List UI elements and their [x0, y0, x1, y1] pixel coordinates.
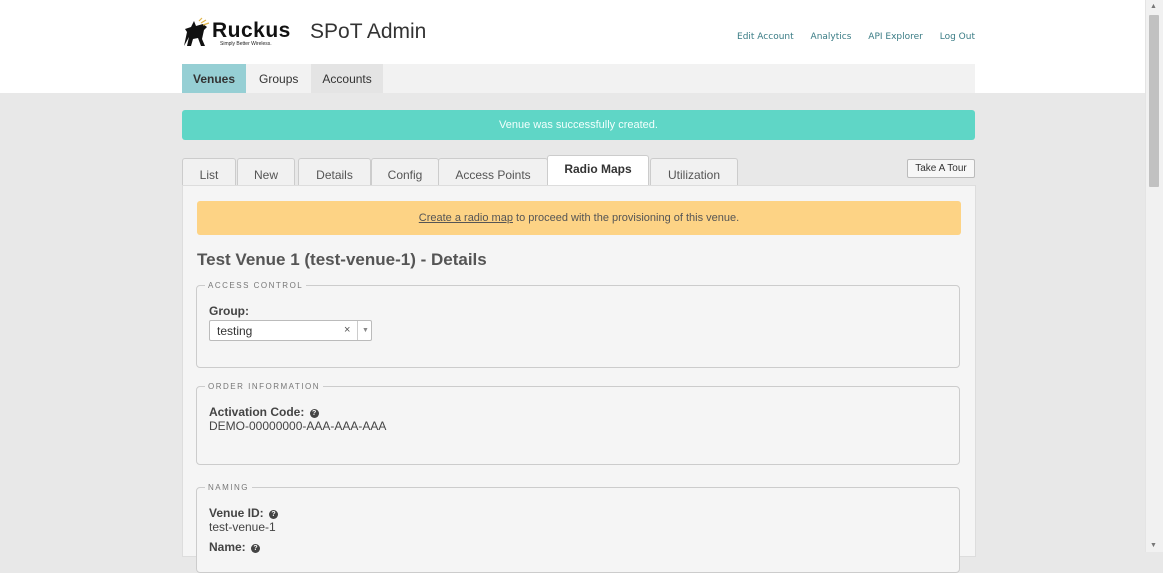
tab-radio-maps[interactable]: Radio Maps	[547, 155, 649, 187]
order-information-legend: ORDER INFORMATION	[208, 382, 321, 391]
group-select-value: testing	[217, 324, 253, 338]
take-a-tour-button[interactable]: Take A Tour	[907, 159, 975, 178]
chevron-down-icon[interactable]: ▼	[357, 321, 373, 340]
dog-logo-icon	[184, 17, 210, 46]
brand-name: Ruckus	[212, 19, 291, 42]
nav-accounts[interactable]: Accounts	[311, 64, 383, 93]
activation-code-label: Activation Code: ?	[209, 405, 319, 419]
warning-text: to proceed with the provisioning of this…	[512, 212, 740, 224]
create-radio-map-link[interactable]: Create a radio map	[419, 212, 513, 224]
top-nav: Edit Account Analytics API Explorer Log …	[723, 32, 975, 42]
venue-id-label-text: Venue ID:	[209, 506, 264, 520]
venue-id-value: test-venue-1	[209, 520, 276, 534]
group-label: Group:	[209, 304, 249, 318]
analytics-link[interactable]: Analytics	[811, 32, 852, 42]
access-control-section: ACCESS CONTROL Group: testing × ▼	[196, 281, 960, 368]
api-explorer-link[interactable]: API Explorer	[868, 32, 923, 42]
edit-account-link[interactable]: Edit Account	[737, 32, 794, 42]
nav-venues[interactable]: Venues	[182, 64, 247, 93]
access-control-legend: ACCESS CONTROL	[208, 281, 304, 290]
scroll-up-icon[interactable]: ▲	[1150, 3, 1157, 10]
tab-new[interactable]: New	[237, 158, 295, 186]
activation-code-label-text: Activation Code:	[209, 405, 305, 419]
clear-icon[interactable]: ×	[344, 324, 350, 336]
tab-config[interactable]: Config	[371, 158, 439, 186]
order-information-section: ORDER INFORMATION Activation Code: ? DEM…	[196, 382, 960, 465]
tab-access-points[interactable]: Access Points	[438, 158, 548, 186]
naming-legend: NAMING	[208, 483, 249, 492]
brand-tagline: Simply Better Wireless.	[220, 41, 272, 47]
success-alert: Venue was successfully created.	[182, 110, 975, 140]
radio-map-warning: Create a radio map to proceed with the p…	[197, 201, 961, 235]
venue-id-label: Venue ID: ?	[209, 506, 279, 520]
tab-details[interactable]: Details	[298, 158, 371, 186]
scrollbar-thumb[interactable]	[1149, 15, 1159, 187]
naming-section: NAMING Venue ID: ? test-venue-1 Name: ?	[196, 483, 960, 573]
scroll-down-icon[interactable]: ▼	[1150, 542, 1157, 549]
nav-groups[interactable]: Groups	[248, 64, 309, 93]
question-circle-icon[interactable]: ?	[309, 409, 319, 418]
activation-code-value: DEMO-00000000-AAA-AAA-AAA	[209, 419, 387, 433]
logout-link[interactable]: Log Out	[940, 32, 975, 42]
vertical-scrollbar[interactable]: ▲ ▼	[1145, 0, 1163, 552]
page-title: Test Venue 1 (test-venue-1) - Details	[197, 250, 487, 269]
group-select[interactable]: testing × ▼	[209, 320, 372, 341]
details-panel: Create a radio map to proceed with the p…	[182, 185, 976, 573]
app-title: SPoT Admin	[310, 20, 427, 43]
main-nav: Venues Groups Accounts	[182, 64, 975, 93]
tab-list[interactable]: List	[182, 158, 236, 186]
tab-utilization[interactable]: Utilization	[650, 158, 738, 186]
question-circle-icon[interactable]: ?	[269, 510, 279, 519]
